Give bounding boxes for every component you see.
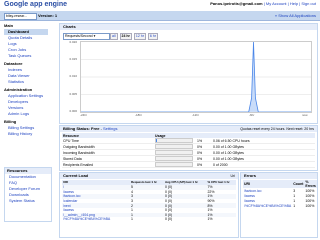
x-tick-label: -12hr [192, 113, 200, 117]
errors-title: Errors [241, 173, 317, 179]
time-range-buttons: all 24 hr 12 hr 6 hr [110, 33, 158, 40]
requests-chart [81, 41, 311, 113]
billing-table: Resource Usage CPU Time 1% 0.06 of 6.50 … [62, 133, 315, 168]
billing-settings-link[interactable]: Settings [103, 126, 117, 131]
y-tick-label: 0.020 [69, 40, 77, 44]
table-row: /%CF%8A%CE%B4%CE%BA 1 0 (0) 1% [62, 217, 236, 222]
usage-cell [154, 161, 196, 168]
user-email: Panos.ipeirotis@gmail.com [210, 1, 263, 6]
usage-bar [155, 150, 193, 155]
column-header: % Errors [304, 180, 317, 188]
billing-status-panel: Billing Status: Free - Settings Quotas r… [59, 125, 318, 171]
quota-reset-note: Quotas reset every 24 hours. Next reset:… [240, 127, 314, 131]
my-account-link[interactable]: My Account [266, 1, 287, 6]
app-engine-dashboard: Google app engine Panos.ipeirotis@gmail.… [0, 0, 320, 240]
charts-panel: Charts Requests/Second ▾ all 24 hr 12 hr… [59, 23, 318, 124]
app-engine-logo[interactable]: Google app engine [4, 1, 67, 8]
usage-cell [154, 149, 196, 156]
error-percent: 100% [305, 203, 315, 208]
requests-chart-plot [80, 41, 312, 113]
sign-out-link[interactable]: Sign out [301, 1, 316, 6]
y-tick-label: 0.000 [69, 109, 77, 113]
sidebar-section-billing: Billing Billing Settings Billing History [4, 119, 48, 137]
time-button-6hr[interactable]: 6 hr [147, 33, 158, 40]
resource-name: Recipients Emailed [62, 161, 154, 168]
time-button-24hr[interactable]: 24 hr [119, 33, 132, 40]
application-select[interactable]: bitsy-resear... [4, 13, 37, 20]
y-tick-label: 0.005 [69, 92, 77, 96]
sidebar-section-datastore: Datastore Indexes Data Viewer Statistics [4, 61, 48, 85]
usage-percent: 0% [196, 161, 212, 168]
sidebar-item-billing-history[interactable]: Billing History [4, 131, 48, 137]
version-bar: bitsy-resear... Version: 1 « Show All Ap… [0, 11, 320, 21]
x-tick-label: -6hr [249, 113, 255, 117]
usage-amount: 0 of 2000 [212, 161, 315, 168]
uri-link[interactable]: /%CF%8A%CE%B4%CE%BA [243, 203, 292, 208]
y-tick-label: 0.015 [69, 57, 77, 61]
table-row: /%CF%8A%CE%B4%CE%BA 1 100% [243, 203, 317, 208]
time-button-12hr[interactable]: 12 hr [133, 33, 146, 40]
chart-area: 0.020 0.015 0.010 0.005 0.000 -24hr -18h… [63, 40, 312, 119]
usage-cell [154, 155, 196, 162]
error-count: 1 [293, 203, 296, 208]
x-tick-label: now [302, 113, 308, 117]
sidebar-section-administration: Administration Application Settings Deve… [4, 87, 48, 117]
chevron-down-icon: ▾ [93, 34, 96, 38]
chart-type-value: Requests/Second [65, 34, 93, 38]
resource-link-system-status[interactable]: System Status [5, 198, 51, 204]
y-tick-label: 0.010 [69, 74, 77, 78]
current-load-header: Current Load Uri [60, 173, 238, 179]
current-load-subtitle: Uri [230, 174, 235, 178]
sidebar-section-main: Main Dashboard Quota Details Logs Cron J… [4, 23, 48, 59]
errors-panel: Errors URI Count % Errors /favicon.ico 3 1… [240, 172, 318, 238]
current-load-panel: Current Load Uri URI Requests last 1 hr … [59, 172, 239, 238]
x-tick-label: -24hr [80, 113, 88, 117]
current-load-table: URI Requests last 1 hr Avg CPU (API) las… [62, 180, 236, 222]
charts-title: Charts [60, 24, 317, 30]
column-header: URI [243, 180, 293, 188]
resources-box: Resources Documentation FAQ Developer Fo… [4, 167, 52, 222]
errors-table: URI Count % Errors /favicon.ico 3 100% /ia… [243, 180, 317, 208]
column-header: Count [292, 180, 305, 188]
usage-bar [155, 144, 193, 149]
sidebar-item-task-queues[interactable]: Task Queues [4, 53, 48, 59]
billing-header: Billing Status: Free - Settings Quotas r… [60, 126, 317, 132]
chart-type-select[interactable]: Requests/Second ▾ [63, 33, 110, 40]
user-links: Panos.ipeirotis@gmail.com | My Account |… [210, 1, 316, 6]
usage-bar [155, 138, 193, 143]
version-label[interactable]: Version: 1 [38, 13, 57, 18]
x-tick-label: -18hr [135, 113, 143, 117]
table-row: Recipients Emailed 0% 0 of 2000 [62, 161, 315, 168]
cpu-value: 0 (0) [164, 217, 173, 222]
sidebar-item-admin-logs[interactable]: Admin Logs [4, 111, 48, 117]
usage-bar [155, 162, 193, 167]
top-header: Google app engine Panos.ipeirotis@gmail.… [0, 0, 320, 10]
show-all-applications-link[interactable]: « Show All Applications [275, 13, 316, 18]
current-load-title: Current Load [63, 173, 89, 178]
usage-cell [154, 138, 196, 144]
help-link[interactable]: Help [290, 1, 298, 6]
cpu-percent: 1% [207, 217, 213, 222]
usage-bar [155, 156, 193, 161]
requests-value: 1 [131, 217, 133, 222]
sidebar-item-statistics[interactable]: Statistics [4, 79, 48, 85]
billing-title: Billing Status: Free [63, 126, 100, 131]
sidebar: Main Dashboard Quota Details Logs Cron J… [4, 23, 48, 139]
usage-cell [154, 143, 196, 150]
uri-link[interactable]: /%CF%8A%CE%B4%CE%BA [62, 217, 130, 222]
time-button-all[interactable]: all [110, 33, 118, 40]
